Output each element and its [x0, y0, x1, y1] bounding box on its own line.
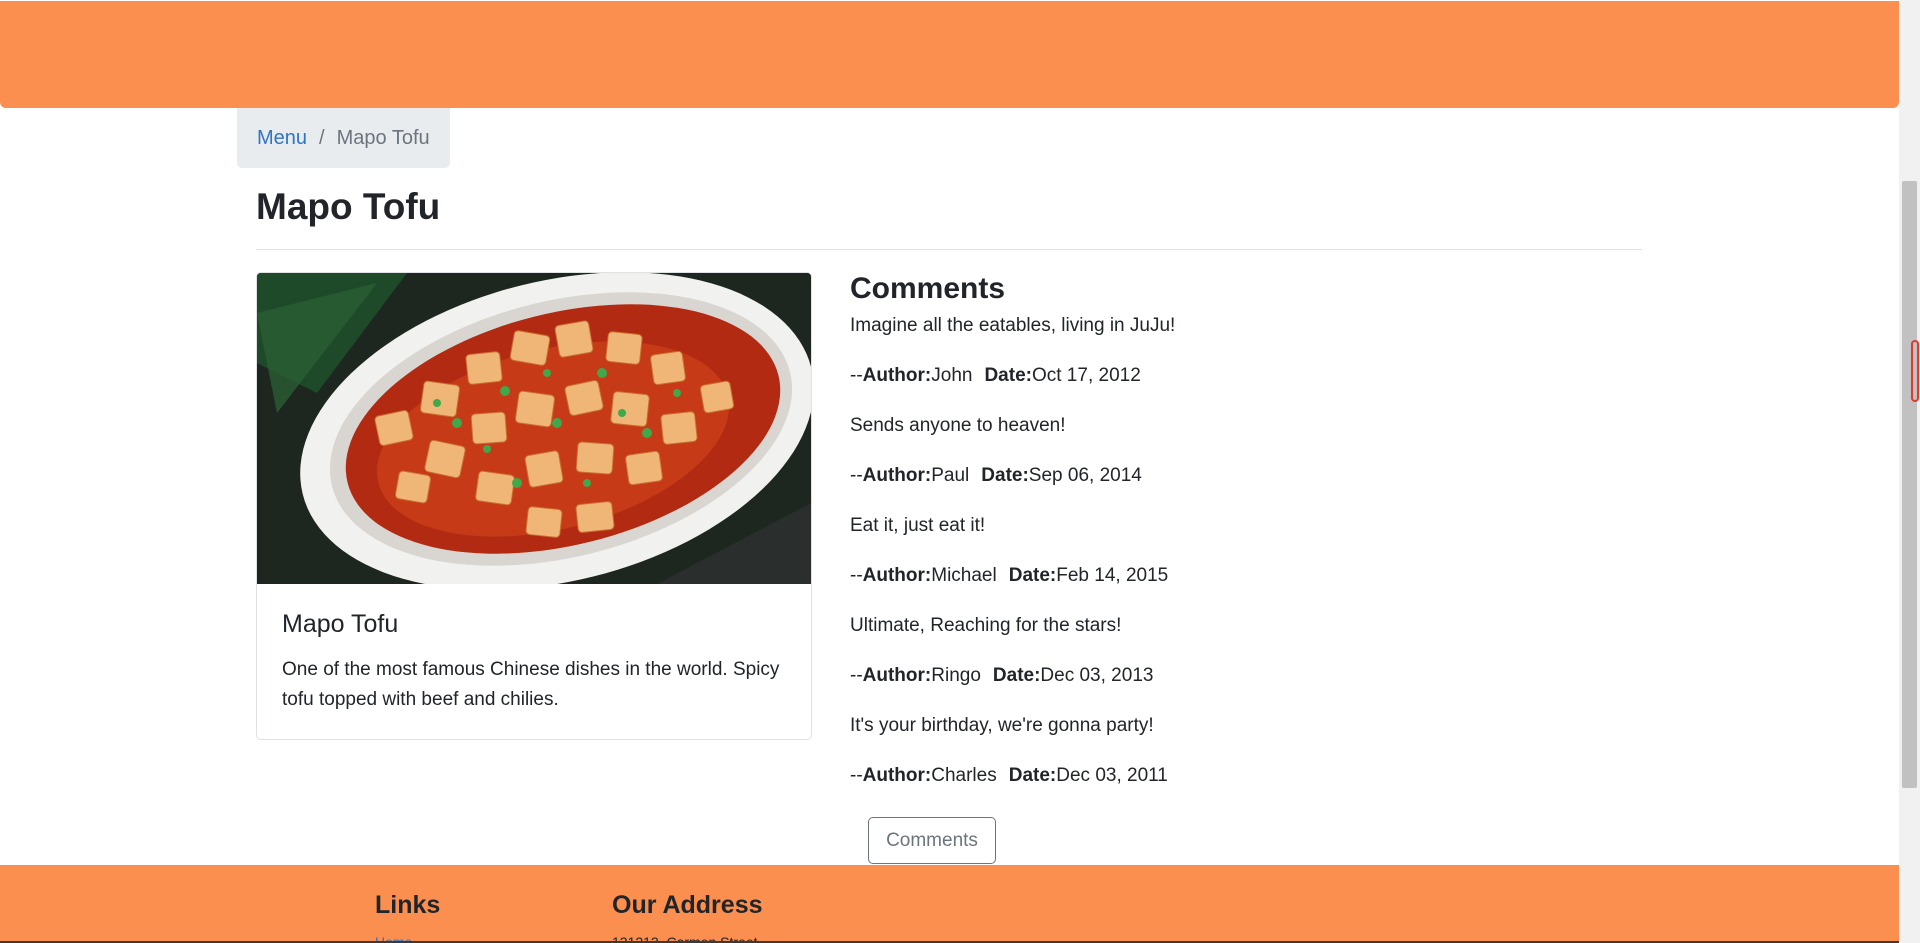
comment-date-label: Date: — [1008, 565, 1057, 586]
comment-prefix: -- — [850, 365, 863, 386]
page-scrollbar[interactable] — [1899, 0, 1920, 943]
comment-date-label: Date: — [992, 665, 1041, 686]
comment-date-label: Date: — [1008, 765, 1057, 786]
comment-date: Sep 06, 2014 — [1028, 465, 1142, 486]
comment-author-label: Author: — [862, 465, 932, 486]
dish-image — [257, 273, 811, 584]
comment-meta: --Author:Michael Date:Feb 14, 2015 — [850, 564, 1610, 588]
comment-meta: --Author:Charles Date:Dec 03, 2011 — [850, 764, 1610, 788]
comment-author-label: Author: — [862, 765, 932, 786]
page-title: Mapo Tofu — [256, 186, 441, 227]
comment-prefix: -- — [850, 765, 863, 786]
page-viewport: Menu / Mapo Tofu Mapo Tofu Mapo Tofu One… — [0, 0, 1899, 943]
comment-text: Imagine all the eatables, living in JuJu… — [850, 315, 1176, 336]
comment-prefix: -- — [850, 465, 863, 486]
comments-button[interactable]: Comments — [868, 817, 996, 864]
comment-author: Charles — [931, 765, 997, 786]
comment-text: It's your birthday, we're gonna party! — [850, 715, 1154, 736]
comment-text: Sends anyone to heaven! — [850, 415, 1066, 436]
comment-prefix: -- — [850, 665, 863, 686]
comment-date-label: Date: — [981, 465, 1029, 486]
comment-author: Ringo — [931, 665, 981, 686]
breadcrumb-current: Mapo Tofu — [336, 126, 430, 149]
comment-author: Paul — [931, 465, 970, 486]
footer: Links Our Address Home 121212, Carmen St… — [0, 865, 1899, 943]
comment-author: John — [931, 365, 973, 386]
dish-description: One of the most famous Chinese dishes in… — [282, 659, 780, 710]
scrollbar-thumb[interactable] — [1902, 181, 1917, 788]
footer-links-heading: Links — [375, 891, 441, 919]
comment-text: Eat it, just eat it! — [850, 515, 986, 536]
comment-meta: --Author:John Date:Oct 17, 2012 — [850, 364, 1610, 388]
dish-card-body: Mapo Tofu One of the most famous Chinese… — [257, 584, 811, 739]
comment-author-label: Author: — [862, 365, 932, 386]
comment-prefix: -- — [850, 565, 863, 586]
comment-author-label: Author: — [862, 665, 932, 686]
comment-date: Dec 03, 2013 — [1040, 665, 1154, 686]
comment-text: Ultimate, Reaching for the stars! — [850, 615, 1122, 636]
breadcrumb-separator: / — [319, 126, 325, 149]
title-divider — [256, 249, 1642, 250]
comment-date: Oct 17, 2012 — [1031, 365, 1141, 386]
comment-date-label: Date: — [984, 365, 1032, 386]
top-banner — [0, 1, 1899, 108]
comment-meta: --Author:Paul Date:Sep 06, 2014 — [850, 464, 1610, 488]
breadcrumb: Menu / Mapo Tofu — [237, 108, 450, 168]
comments-heading: Comments — [850, 272, 1006, 305]
comment-date: Feb 14, 2015 — [1056, 565, 1169, 586]
comments-section: Comments Imagine all the eatables, livin… — [850, 272, 1610, 814]
breadcrumb-menu-link[interactable]: Menu — [257, 127, 307, 150]
comment-list: Imagine all the eatables, living in JuJu… — [850, 314, 1610, 788]
comment-author: Michael — [931, 565, 997, 586]
dish-card: Mapo Tofu One of the most famous Chinese… — [256, 272, 812, 740]
comment-date: Dec 03, 2011 — [1056, 765, 1168, 786]
comment-author-label: Author: — [862, 565, 932, 586]
dish-name: Mapo Tofu — [282, 610, 399, 638]
scroll-position-marker — [1911, 340, 1919, 402]
comment-meta: --Author:Ringo Date:Dec 03, 2013 — [850, 664, 1610, 688]
footer-address-heading: Our Address — [612, 891, 763, 919]
